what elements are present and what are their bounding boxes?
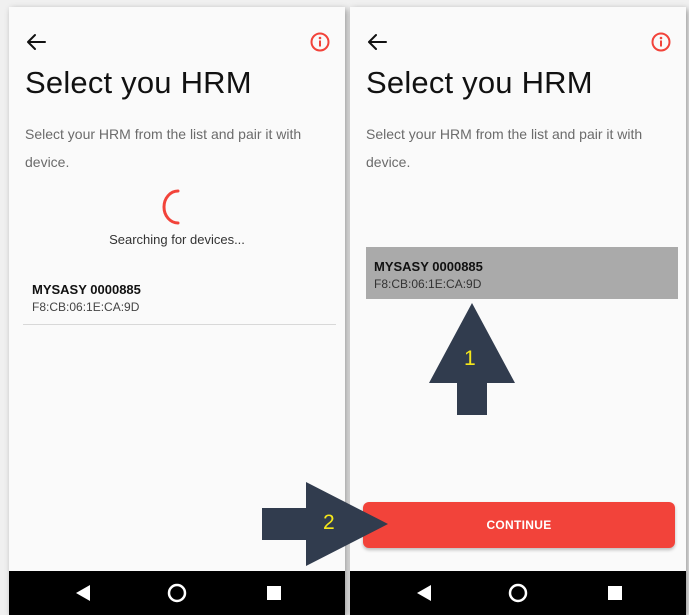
back-arrow-icon[interactable]	[23, 31, 49, 53]
nav-home-icon[interactable]	[167, 583, 187, 603]
loading-spinner-icon	[162, 189, 180, 225]
info-icon[interactable]	[650, 31, 672, 53]
device-mac: F8:CB:06:1E:CA:9D	[374, 277, 482, 291]
device-name: MYSASY 0000885	[374, 259, 483, 274]
android-nav-bar	[9, 571, 345, 615]
annotation-label-1: 1	[464, 347, 476, 370]
page-title: Select you HRM	[366, 65, 593, 100]
device-list-item[interactable]: MYSASY 0000885 F8:CB:06:1E:CA:9D	[23, 277, 336, 325]
page-subtitle: Select your HRM from the list and pair i…	[25, 126, 302, 170]
device-list-item-selected[interactable]: MYSASY 0000885 F8:CB:06:1E:CA:9D	[366, 247, 678, 299]
nav-recent-icon[interactable]	[608, 586, 622, 600]
right-screen: Select you HRM Select your HRM from the …	[350, 7, 686, 615]
nav-home-icon[interactable]	[508, 583, 528, 603]
page-subtitle: Select your HRM from the list and pair i…	[366, 126, 643, 170]
device-name: MYSASY 0000885	[32, 282, 141, 297]
android-nav-bar	[350, 571, 686, 615]
continue-button[interactable]: CONTINUE	[363, 502, 675, 548]
nav-back-icon[interactable]	[74, 584, 92, 602]
annotation-label-2: 2	[323, 511, 335, 534]
nav-back-icon[interactable]	[415, 584, 433, 602]
device-mac: F8:CB:06:1E:CA:9D	[32, 300, 140, 314]
page-title: Select you HRM	[25, 65, 252, 100]
back-arrow-icon[interactable]	[364, 31, 390, 53]
nav-recent-icon[interactable]	[267, 586, 281, 600]
info-icon[interactable]	[309, 31, 331, 53]
searching-status: Searching for devices...	[109, 232, 245, 247]
